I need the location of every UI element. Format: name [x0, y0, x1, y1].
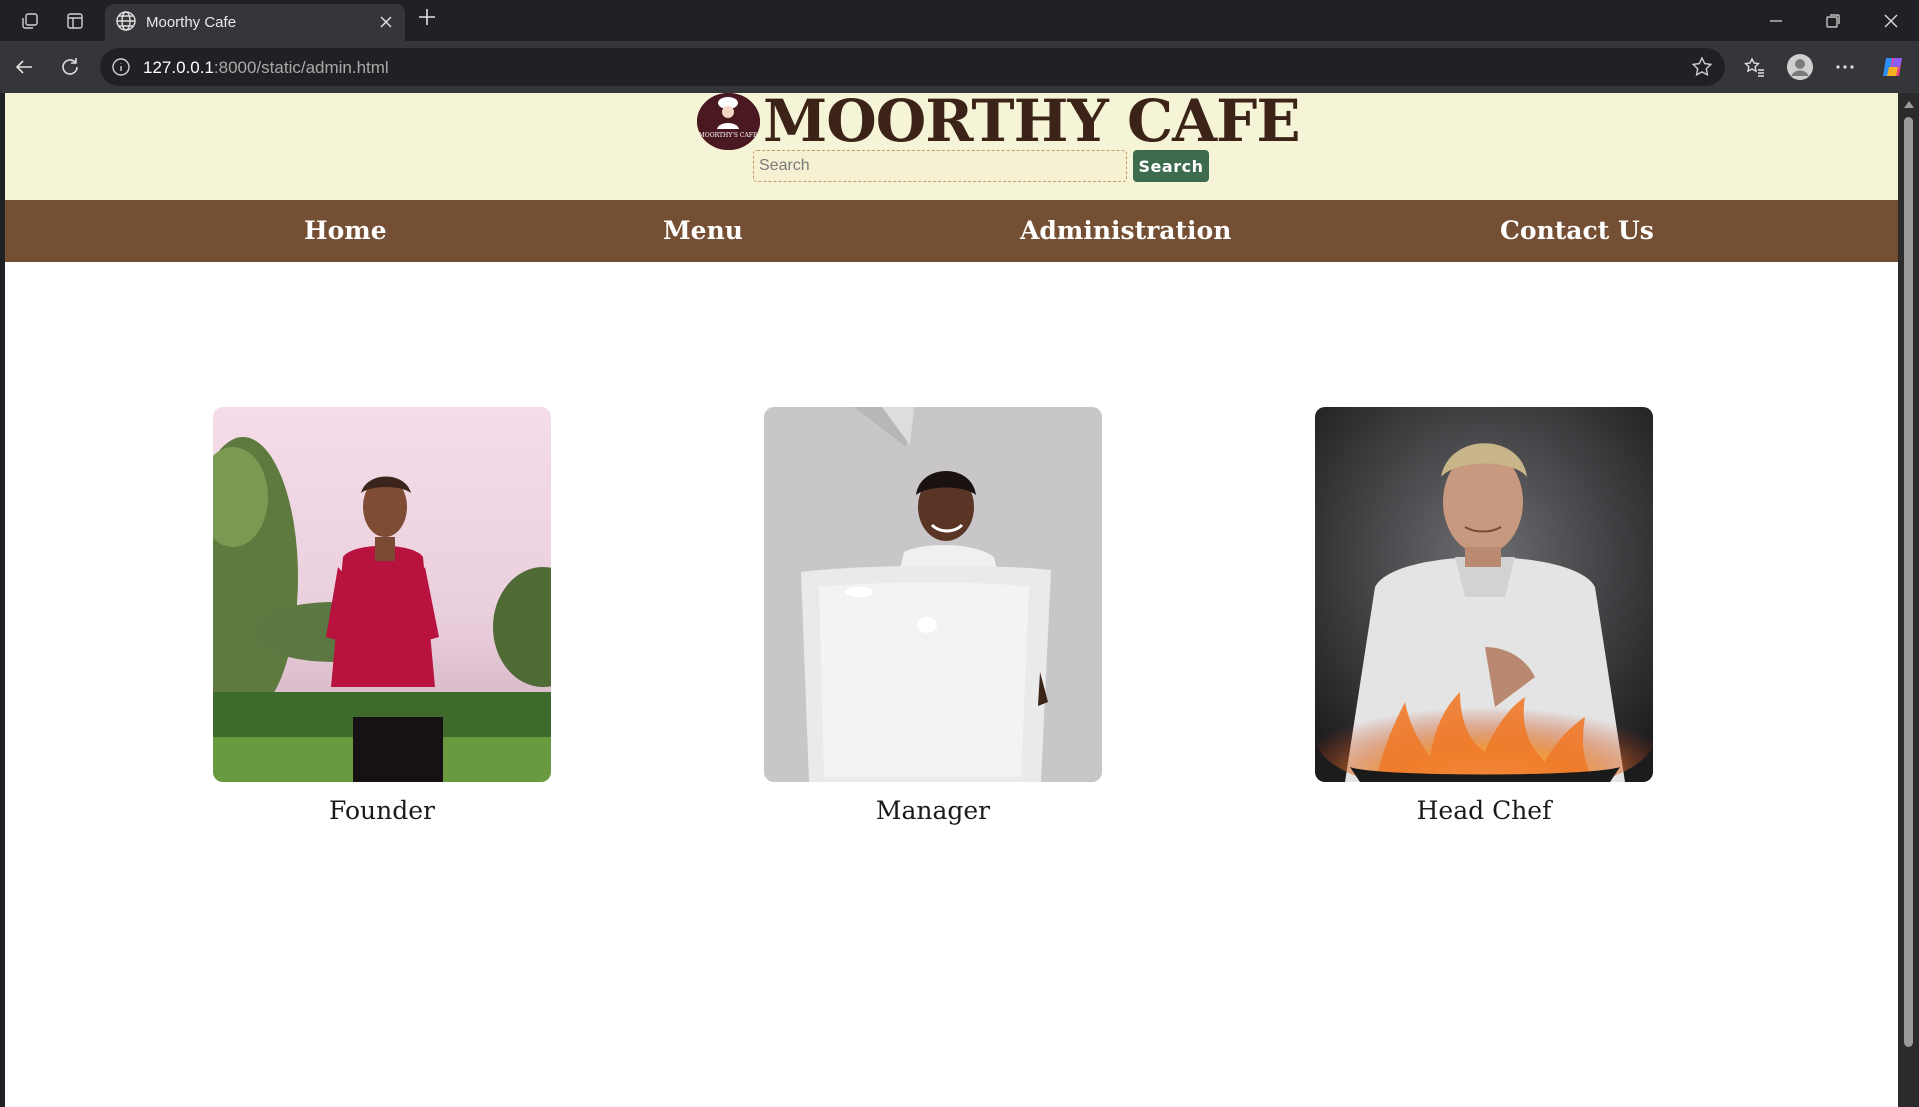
url-path: :8000/static/admin.html	[213, 58, 389, 77]
new-tab-icon[interactable]	[414, 6, 440, 32]
url-text[interactable]: 127.0.0.1:8000/static/admin.html	[143, 58, 389, 78]
page-viewport: MOORTHY'S CAFE MOORTHY CAFE Search Home …	[5, 93, 1898, 1107]
browser-tab[interactable]: Moorthy Cafe	[105, 4, 405, 41]
nav-menu[interactable]: Menu	[663, 216, 743, 245]
back-icon[interactable]	[10, 53, 38, 81]
favorite-star-icon[interactable]	[1691, 56, 1713, 78]
browser-titlebar: Moorthy Cafe	[0, 0, 1919, 41]
profile-avatar-icon[interactable]	[1786, 53, 1814, 81]
founder-photo	[213, 407, 551, 782]
site-title: MOORTHY CAFE	[763, 93, 1301, 155]
site-nav: Home Menu Administration Contact Us	[5, 200, 1898, 262]
more-options-icon[interactable]	[1831, 53, 1859, 81]
nav-contact-us[interactable]: Contact Us	[1500, 216, 1654, 245]
founder-role: Founder	[329, 796, 435, 825]
nav-home[interactable]: Home	[304, 216, 387, 245]
manager-photo	[764, 407, 1102, 782]
logo-text: MOORTHY'S CAFE	[699, 132, 758, 139]
scroll-up-arrow-icon[interactable]	[1904, 101, 1914, 108]
info-icon[interactable]	[111, 57, 131, 77]
head-chef-photo	[1315, 407, 1653, 782]
cafe-logo[interactable]: MOORTHY'S CAFE	[697, 93, 760, 150]
restore-icon[interactable]	[1813, 7, 1853, 35]
copilot-icon[interactable]	[1879, 53, 1907, 81]
head-chef-role: Head Chef	[1416, 796, 1552, 825]
search-input[interactable]	[753, 150, 1127, 182]
tab-title: Moorthy Cafe	[146, 14, 237, 31]
url-host: 127.0.0.1	[143, 58, 214, 77]
workspaces-icon[interactable]	[17, 8, 43, 34]
nav-administration[interactable]: Administration	[1020, 216, 1231, 245]
scrollbar-thumb[interactable]	[1904, 117, 1913, 1047]
globe-icon	[115, 10, 139, 34]
vertical-tabs-icon[interactable]	[62, 8, 88, 34]
address-bar[interactable]: 127.0.0.1:8000/static/admin.html	[100, 48, 1725, 86]
team-card-founder: Founder	[213, 407, 551, 825]
manager-role: Manager	[875, 796, 991, 825]
team-card-head-chef: Head Chef	[1315, 407, 1653, 825]
team-card-manager: Manager	[764, 407, 1102, 825]
minimize-icon[interactable]	[1756, 7, 1796, 35]
reload-icon[interactable]	[56, 53, 84, 81]
close-tab-icon[interactable]	[375, 11, 397, 33]
browser-toolbar: 127.0.0.1:8000/static/admin.html	[0, 41, 1919, 93]
close-window-icon[interactable]	[1871, 7, 1911, 35]
favorites-list-icon[interactable]	[1741, 53, 1769, 81]
site-header: MOORTHY'S CAFE MOORTHY CAFE Search	[5, 93, 1898, 200]
page-scrollbar[interactable]	[1898, 93, 1919, 1107]
search-button[interactable]: Search	[1133, 150, 1209, 182]
